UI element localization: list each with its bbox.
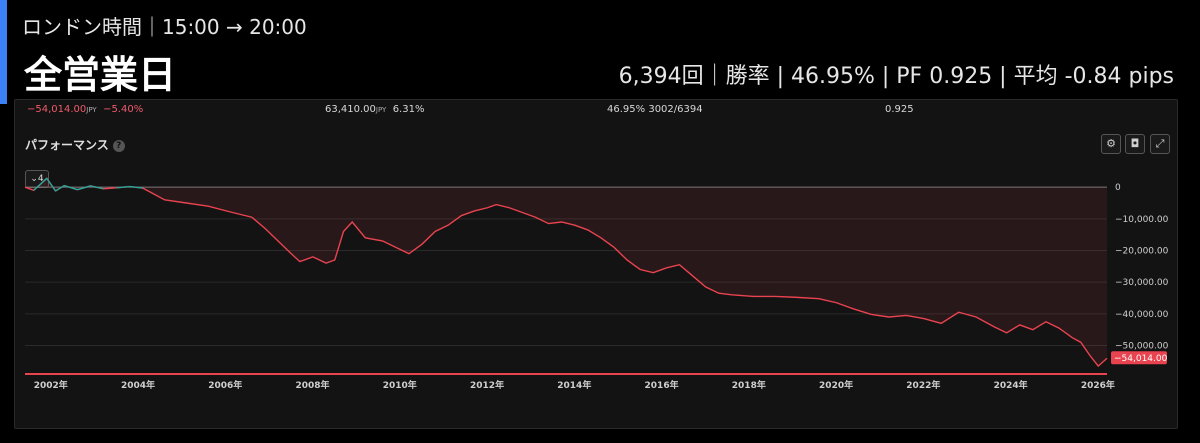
x-tick-label: 2006年 <box>208 379 242 391</box>
x-tick-label: 2014年 <box>557 379 591 391</box>
session-subtitle: ロンドン時間｜15:00 → 20:00 <box>22 15 307 39</box>
y-tick-label: −10,000.00 <box>1115 215 1169 225</box>
x-tick-label: 2002年 <box>34 379 68 391</box>
y-tick-label: 0 <box>1115 183 1121 193</box>
page-title: 全営業日 <box>24 53 177 97</box>
x-tick-label: 2004年 <box>121 379 155 391</box>
x-tick-label: 2010年 <box>383 379 417 391</box>
last-value-label: −54,014.00 <box>1114 354 1168 364</box>
stats-summary: 6,394回｜勝率 | 46.95% | PF 0.925 | 平均 -0.84… <box>618 64 1174 89</box>
y-tick-label: −40,000.00 <box>1115 310 1169 320</box>
accent-bar <box>0 0 7 104</box>
y-tick-label: −30,000.00 <box>1115 278 1169 288</box>
x-tick-label: 2012年 <box>470 379 504 391</box>
x-tick-label: 2008年 <box>296 379 330 391</box>
x-tick-label: 2016年 <box>645 379 679 391</box>
x-tick-label: 2024年 <box>994 379 1028 391</box>
bottom-strip <box>25 373 1107 375</box>
x-tick-label: 2020年 <box>819 379 853 391</box>
x-tick-label: 2018年 <box>732 379 766 391</box>
x-tick-label: 2022年 <box>906 379 940 391</box>
performance-chart: 0 −10,000.00 −20,000.00 −30,000.00 −40,000.0… <box>24 177 1169 391</box>
y-tick-label: −50,000.00 <box>1115 342 1169 352</box>
y-tick-label: −20,000.00 <box>1115 247 1169 257</box>
performance-panel: −54,014.00JPY −5.40% 63,410.00JPY 6.31% … <box>14 99 1178 429</box>
x-tick-label: 2026年 <box>1081 379 1115 391</box>
drawdown-area <box>25 178 1107 367</box>
